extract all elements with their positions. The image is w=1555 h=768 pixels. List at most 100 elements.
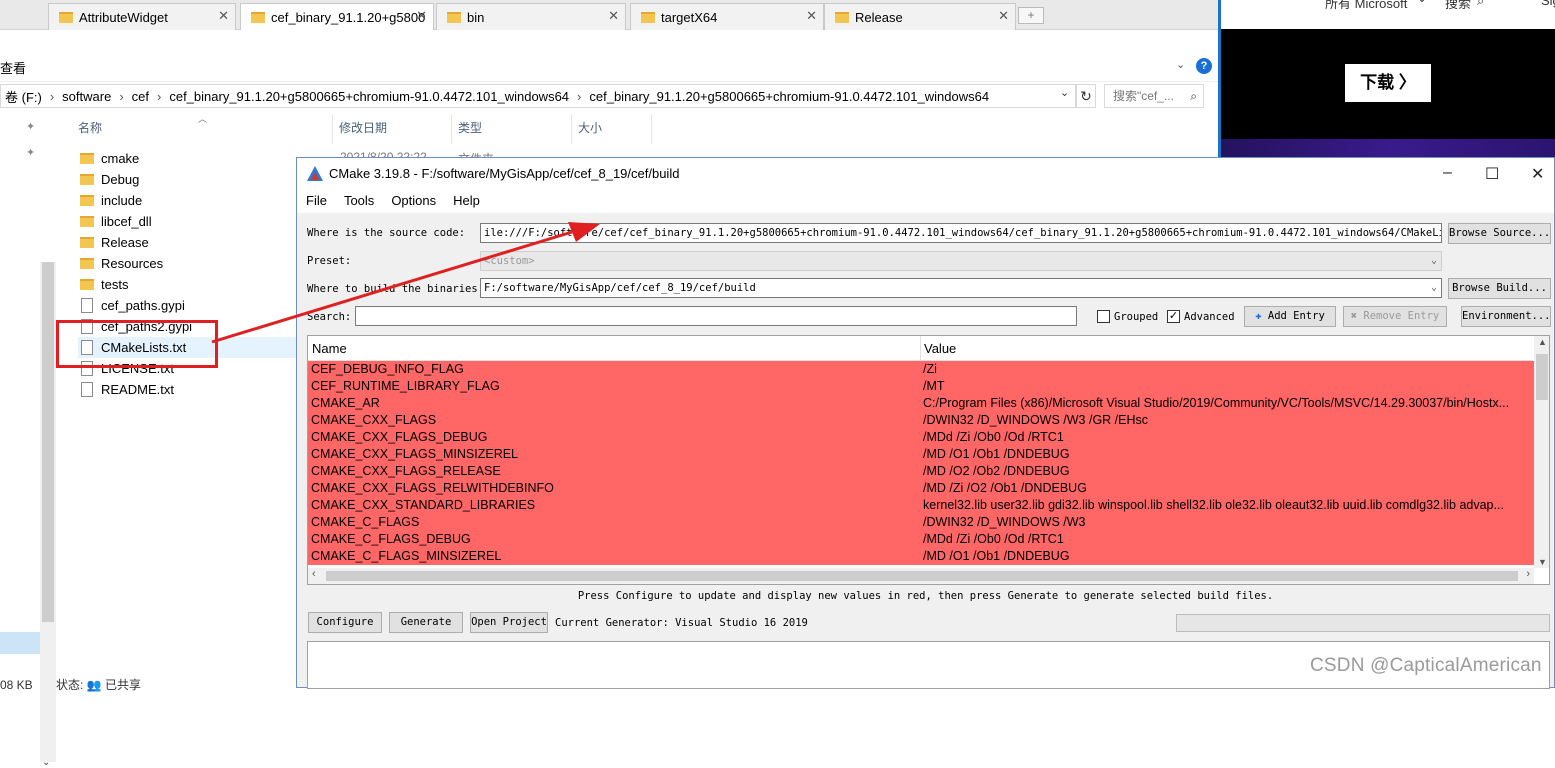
chevron-down-icon[interactable]: ⌄ (1176, 58, 1185, 71)
breadcrumb-cef[interactable]: cef (132, 89, 149, 104)
col-type[interactable]: 类型 (452, 114, 572, 144)
chevron-left-icon[interactable]: ‹ (312, 568, 316, 580)
col-size[interactable]: 大小 (572, 114, 652, 144)
chevron-down-icon[interactable]: ⌄ (42, 757, 50, 768)
cache-entry-value[interactable]: /MD /Zi /O2 /Ob1 /DNDEBUG (923, 480, 1533, 497)
breadcrumb-cef-binary[interactable]: cef_binary_91.1.20+g5800665+chromium-91.… (169, 89, 569, 104)
tab-bin[interactable]: bin ✕ (436, 3, 626, 30)
scroll-thumb[interactable] (1536, 354, 1548, 400)
download-button[interactable]: 下载 〉 (1345, 64, 1431, 102)
help-icon[interactable]: ? (1196, 58, 1212, 74)
explorer-search-input[interactable]: 搜索"cef_... ⌕ (1104, 84, 1204, 108)
menu-tools[interactable]: Tools (335, 189, 382, 213)
cache-entry-value[interactable]: /MD /O1 /Ob1 /DNDEBUG (923, 446, 1533, 463)
grouped-checkbox[interactable] (1097, 310, 1110, 323)
col-name-header[interactable]: Name (312, 341, 347, 356)
breadcrumb-software[interactable]: software (62, 89, 111, 104)
cache-entry-value[interactable]: /MD /O1 /Ob1 /DNDEBUG (923, 548, 1533, 565)
close-icon[interactable]: ✕ (416, 8, 427, 24)
cache-entry-value[interactable]: /MD /O2 /Ob2 /DNDEBUG (923, 463, 1533, 480)
pin-icon[interactable]: ✦ (26, 146, 35, 159)
menu-help[interactable]: Help (444, 189, 488, 213)
list-item[interactable]: libcef_dll (78, 211, 298, 232)
tab-cef-binary[interactable]: cef_binary_91.1.20+g5800 ✕ (240, 3, 434, 31)
nav-all-microsoft[interactable]: 所有 Microsoft (1325, 0, 1407, 12)
tab-targetx64[interactable]: targetX64 ✕ (630, 3, 824, 30)
nav-search[interactable]: 搜索 (1445, 0, 1471, 12)
minimize-icon[interactable]: – (1443, 164, 1452, 182)
table-row[interactable]: CMAKE_CXX_FLAGS_RELWITHDEBINFO/MD /Zi /O… (308, 480, 1534, 497)
table-row[interactable]: CMAKE_C_FLAGS/DWIN32 /D_WINDOWS /W3 (308, 514, 1534, 531)
cache-entry-value[interactable]: C:/Program Files (x86)/Microsoft Visual … (923, 395, 1533, 412)
chevron-down-icon[interactable]: ⌄ (1417, 0, 1427, 5)
list-item[interactable]: README.txt (78, 379, 298, 400)
breadcrumb-cef-binary-inner[interactable]: cef_binary_91.1.20+g5800665+chromium-91.… (589, 89, 989, 104)
table-row[interactable]: CMAKE_CXX_FLAGS_RELEASE/MD /O2 /Ob2 /DND… (308, 463, 1534, 480)
open-project-button[interactable]: Open Project (470, 612, 548, 633)
new-tab-button[interactable]: + (1018, 7, 1044, 24)
list-item[interactable]: Release (78, 232, 298, 253)
breadcrumb-drive[interactable]: 卷 (F:) (5, 87, 42, 106)
col-value-header[interactable]: Value (924, 341, 956, 356)
ribbon-view-tab[interactable]: 查看 (0, 58, 26, 77)
chevron-right-icon[interactable]: › (1526, 568, 1530, 580)
cache-entry-value[interactable]: kernel32.lib user32.lib gdi32.lib winspo… (923, 497, 1533, 514)
table-row[interactable]: CEF_DEBUG_INFO_FLAG/Zi (308, 361, 1534, 378)
close-icon[interactable]: ✕ (806, 8, 817, 24)
address-bar[interactable]: 卷 (F:) › software › cef › cef_binary_91.… (0, 84, 1076, 108)
search-icon[interactable]: ⌕ (1477, 0, 1484, 9)
vertical-scrollbar[interactable]: ▲ ▼ (1534, 336, 1549, 568)
close-icon[interactable]: ✕ (608, 8, 619, 24)
list-item[interactable]: include (78, 190, 298, 211)
table-row[interactable]: CMAKE_CXX_FLAGS/DWIN32 /D_WINDOWS /W3 /G… (308, 412, 1534, 429)
list-item[interactable]: tests (78, 274, 298, 295)
tab-attributewidget[interactable]: AttributeWidget ✕ (48, 3, 236, 30)
tab-release[interactable]: Release ✕ (824, 3, 1016, 30)
source-path-field[interactable]: ile:///F:/software/cef/cef_binary_91.1.2… (480, 223, 1442, 243)
refresh-icon[interactable]: ↻ (1076, 84, 1096, 108)
table-row[interactable]: CMAKE_C_FLAGS_MINSIZEREL/MD /O1 /Ob1 /DN… (308, 548, 1534, 565)
chevron-down-icon[interactable]: ⌄ (1060, 86, 1069, 99)
cache-entry-value[interactable]: /MDd /Zi /Ob0 /Od /RTC1 (923, 531, 1533, 548)
list-item[interactable]: Resources (78, 253, 298, 274)
scroll-thumb[interactable] (42, 262, 54, 622)
search-input[interactable] (355, 306, 1077, 326)
table-row[interactable]: CMAKE_CXX_STANDARD_LIBRARIES kernel32.lib… (308, 497, 1534, 514)
close-icon[interactable]: ✕ (218, 8, 229, 24)
add-entry-button[interactable]: ✚ Add Entry (1244, 306, 1336, 327)
col-name[interactable]: 名称 (72, 114, 332, 144)
list-item[interactable]: cmake (78, 148, 298, 169)
table-row[interactable]: CMAKE_AR C:/Program Files (x86)/Microsoft… (308, 395, 1534, 412)
list-item[interactable]: Debug (78, 169, 298, 190)
table-row[interactable]: CMAKE_CXX_FLAGS_DEBUG/MDd /Zi /Ob0 /Od /… (308, 429, 1534, 446)
col-date[interactable]: 修改日期 (332, 114, 452, 144)
cache-entry-value[interactable]: /DWIN32 /D_WINDOWS /W3 /GR /EHsc (923, 412, 1533, 429)
chevron-down-icon[interactable]: ⌄ (1431, 279, 1437, 297)
close-icon[interactable]: ✕ (1531, 164, 1544, 184)
table-row[interactable]: CEF_RUNTIME_LIBRARY_FLAG/MT (308, 378, 1534, 395)
browse-build-button[interactable]: Browse Build... (1448, 278, 1551, 299)
list-item[interactable]: cef_paths.gypi (78, 295, 298, 316)
pin-icon[interactable]: ✦ (26, 120, 35, 133)
table-row[interactable]: CMAKE_CXX_FLAGS_MINSIZEREL/MD /O1 /Ob1 /… (308, 446, 1534, 463)
chevron-down-icon[interactable]: ▼ (1538, 557, 1547, 567)
environment-button[interactable]: Environment... (1461, 306, 1551, 327)
cache-entry-value[interactable]: /MT (923, 378, 1533, 395)
generate-button[interactable]: Generate (389, 612, 463, 633)
build-path-field[interactable]: F:/software/MyGisApp/cef/cef_8_19/cef/bu… (480, 278, 1442, 298)
menu-options[interactable]: Options (382, 189, 444, 213)
nav-sign-in[interactable]: Sig (1541, 0, 1555, 8)
horizontal-scrollbar[interactable]: ‹ › (308, 568, 1534, 584)
browse-source-button[interactable]: Browse Source... (1448, 223, 1551, 244)
menu-file[interactable]: File (297, 189, 335, 213)
cache-entry-value[interactable]: /DWIN32 /D_WINDOWS /W3 (923, 514, 1533, 531)
maximize-icon[interactable]: ☐ (1485, 164, 1499, 184)
nav-selected-item[interactable] (0, 632, 40, 654)
close-icon[interactable]: ✕ (998, 8, 1009, 24)
cache-entry-value[interactable]: /MDd /Zi /Ob0 /Od /RTC1 (923, 429, 1533, 446)
cache-entry-value[interactable]: /Zi (923, 361, 1533, 378)
table-row[interactable]: CMAKE_C_FLAGS_DEBUG/MDd /Zi /Ob0 /Od /RT… (308, 531, 1534, 548)
scroll-thumb[interactable] (326, 571, 1518, 581)
chevron-up-icon[interactable]: ▲ (1538, 337, 1547, 347)
advanced-checkbox[interactable]: ✓ (1167, 310, 1180, 323)
